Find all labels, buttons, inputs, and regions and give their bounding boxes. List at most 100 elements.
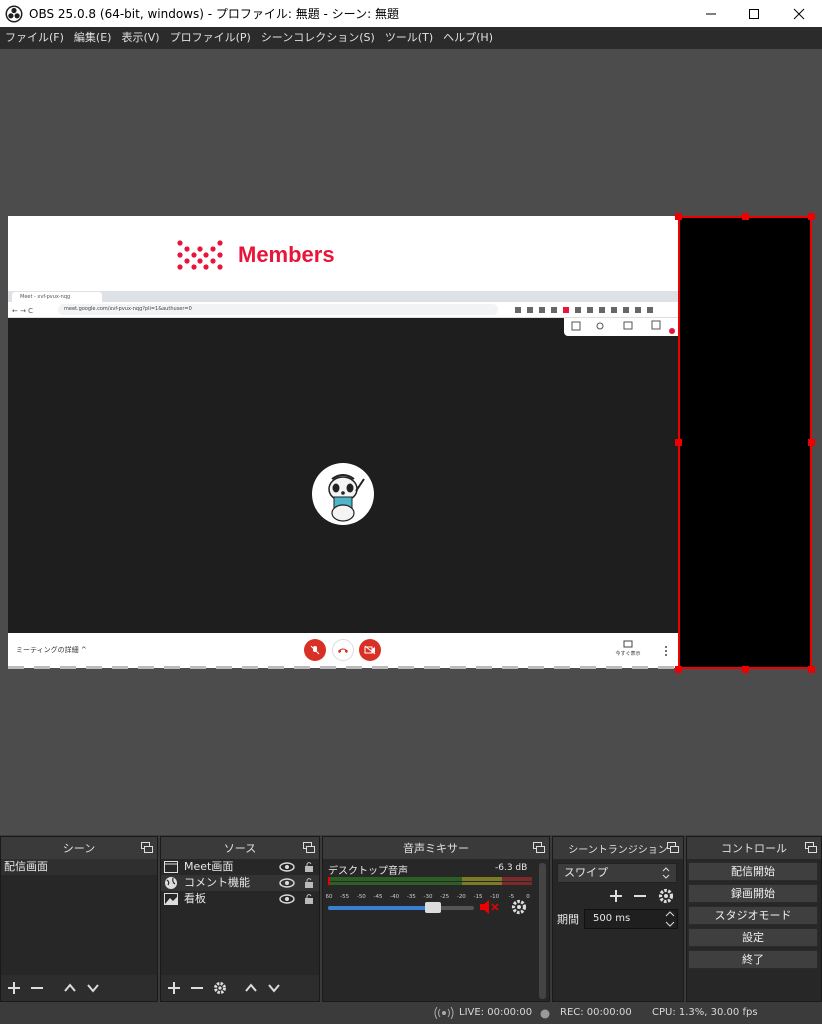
meter-tick-label: -55 [340,894,349,900]
dock-float-icon[interactable] [303,842,315,853]
source-item[interactable]: Meet画面 [161,859,319,875]
move-down-icon[interactable] [84,979,102,997]
menu-file[interactable]: ファイル(F) [0,27,69,49]
close-button[interactable] [776,0,822,27]
members-banner: Members [8,216,678,291]
remove-icon[interactable] [28,979,46,997]
start-streaming-button[interactable]: 配信開始 [688,862,818,881]
broadcast-icon [434,1007,454,1019]
browser-source-icon [165,877,177,889]
nav-arrows-icon: ← → C [12,307,33,315]
resize-handle[interactable] [808,213,815,220]
selected-black-source[interactable] [678,216,812,669]
resize-handle[interactable] [675,439,682,446]
add-icon[interactable] [165,979,183,997]
scene-transitions-dock: シーントランジション スワイプ 期間 500 ms [552,836,684,1002]
transition-select[interactable]: スワイプ [557,863,677,883]
meeting-details-link[interactable]: ミーティングの詳細 ^ [16,645,87,655]
resize-handle[interactable] [808,666,815,673]
source-item[interactable]: 看板 [161,891,319,907]
exit-button[interactable]: 終了 [688,950,818,969]
move-up-icon[interactable] [242,979,260,997]
move-down-icon[interactable] [265,979,283,997]
close-icon [793,8,805,19]
move-up-icon[interactable] [61,979,79,997]
menu-help[interactable]: ヘルプ(H) [438,27,498,49]
remove-icon[interactable] [631,887,649,905]
add-icon[interactable] [5,979,23,997]
present-now-button[interactable]: 今すぐ表示 [613,640,643,657]
scene-item[interactable]: 配信画面 [1,859,157,875]
meter-tick-label: -60 [326,894,333,900]
meet-top-panel [564,318,678,336]
volume-slider-thumb[interactable] [425,902,442,913]
duration-spinbox[interactable]: 500 ms [584,909,678,929]
resize-handle[interactable] [742,213,749,220]
resize-handle[interactable] [742,666,749,673]
meter-tick-label: -50 [357,894,366,900]
mixer-scrollbar[interactable] [539,863,546,999]
scenes-header: シーン [1,837,157,859]
live-timer: LIVE: 00:00:00 [459,1007,533,1018]
chevron-updown-icon[interactable] [665,910,675,928]
meet-window-source[interactable]: Members Meet - xvf-pvux-nqg ← → C meet.g… [8,216,678,668]
obs-logo-icon [5,5,23,22]
resize-handle[interactable] [808,439,815,446]
lock-icon[interactable] [304,893,314,905]
meter-tick-label: -30 [424,894,433,900]
visibility-eye-icon[interactable] [279,878,295,888]
maximize-button[interactable] [731,0,777,27]
mic-toggle-button[interactable] [304,639,326,661]
audio-track-name: デスクトップ音声 [328,866,408,877]
browser-address-bar: ← → C meet.google.com/xvf-pvux-nqg?pli=1… [8,302,678,318]
gear-icon[interactable] [657,887,675,905]
studio-mode-button[interactable]: スタジオモード [688,906,818,925]
add-icon[interactable] [607,887,625,905]
menu-view[interactable]: 表示(V) [116,27,164,49]
present-screen-icon [623,640,633,648]
hang-up-button[interactable] [332,639,354,661]
browser-extension-icons [515,307,653,313]
more-options-icon[interactable] [664,645,668,657]
dock-float-icon[interactable] [805,842,817,853]
menu-scene-collection[interactable]: シーンコレクション(S) [256,27,380,49]
camera-off-icon [364,645,376,655]
meet-video-area [8,318,678,633]
menu-profile[interactable]: プロファイル(P) [165,27,256,49]
visibility-eye-icon[interactable] [279,894,295,904]
sources-header: ソース [161,837,319,859]
settings-button[interactable]: 設定 [688,928,818,947]
transitions-body: スワイプ 期間 500 ms [553,859,683,1001]
resize-handle[interactable] [675,666,682,673]
menu-tools[interactable]: ツール(T) [380,27,438,49]
audio-meter [328,877,532,885]
cpu-fps: CPU: 1.3%, 30.00 fps [652,1007,758,1018]
source-item[interactable]: コメント機能 [161,875,319,891]
menu-edit[interactable]: 編集(E) [69,27,117,49]
gear-icon[interactable] [511,899,527,915]
participant-avatar [312,463,374,525]
chevron-updown-icon [662,867,670,879]
mute-speaker-icon[interactable] [478,899,502,915]
browser-tab: Meet - xvf-pvux-nqg [12,292,102,302]
minimize-icon [706,13,716,14]
rec-indicator-icon [540,1009,550,1019]
dock-float-icon[interactable] [533,842,545,853]
resize-handle[interactable] [675,213,682,220]
camera-toggle-button[interactable] [359,639,381,661]
lock-icon[interactable] [304,861,314,873]
duration-label: 期間 [557,913,579,926]
start-recording-button[interactable]: 録画開始 [688,884,818,903]
dock-float-icon[interactable] [141,842,153,853]
dock-float-icon[interactable] [667,842,679,853]
scenes-toolbar [1,975,157,1001]
minimize-button[interactable] [688,0,734,27]
meter-tick-label: -25 [440,894,449,900]
gear-icon[interactable] [211,979,229,997]
remove-icon[interactable] [188,979,206,997]
visibility-eye-icon[interactable] [279,862,295,872]
lock-icon[interactable] [304,877,314,889]
mic-off-icon [310,645,320,655]
members-logo-icon [177,240,223,270]
volume-slider[interactable] [328,902,474,913]
